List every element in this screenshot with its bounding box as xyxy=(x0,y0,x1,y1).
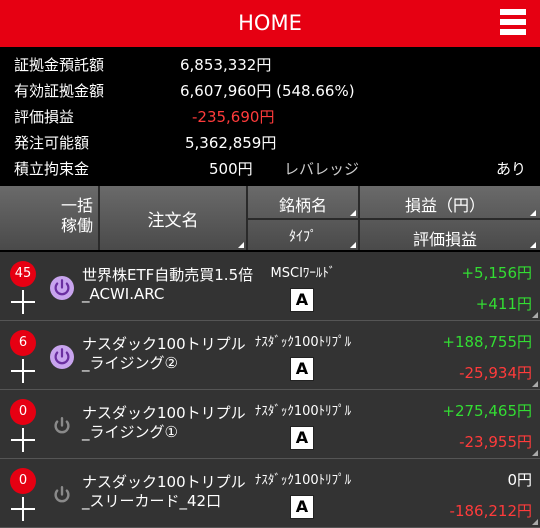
margin-deposit-label: 証拠金預託額 xyxy=(14,56,105,74)
type-header[interactable]: ﾀｲﾌﾟ xyxy=(248,226,358,246)
brand-name: ﾅｽﾀﾞｯｸ100ﾄﾘﾌﾟﾙ xyxy=(254,335,352,350)
table-header: 一括 稼働 注文名 銘柄名 ﾀｲﾌﾟ 損益（円） 評価損益 xyxy=(0,186,540,250)
position-count-badge: 0 xyxy=(10,468,36,494)
leverage-value: あり xyxy=(495,160,526,178)
type-badge: A xyxy=(290,426,314,450)
row-corner-icon xyxy=(532,519,538,525)
type-badge: A xyxy=(290,288,314,312)
order-name-header[interactable]: 注文名 xyxy=(100,206,246,231)
valuation-label: 評価損益 xyxy=(14,108,75,126)
header-divider xyxy=(248,218,540,220)
order-name: ナスダック100トリプル _スリーカード_42口 xyxy=(82,473,252,511)
order-name-line2: _スリーカード_42口 xyxy=(82,492,222,510)
pnl-value: +5,156円 xyxy=(461,264,532,282)
order-row[interactable]: 45 世界株ETF自動売買1.5倍 _ACWI.ARC MSCIﾜｰﾙﾄﾞ A … xyxy=(0,252,540,321)
sort-corner-icon xyxy=(350,210,356,216)
order-name: ナスダック100トリプル _ライジング① xyxy=(82,404,252,442)
row-corner-icon xyxy=(532,312,538,318)
order-row[interactable]: 6 ナスダック100トリプル _ライジング② ﾅｽﾀﾞｯｸ100ﾄﾘﾌﾟﾙ A … xyxy=(0,321,540,390)
reserve-label: 積立拘束金 xyxy=(14,160,90,178)
type-badge: A xyxy=(290,495,314,519)
sort-corner-icon xyxy=(530,242,536,248)
summary-row-reserve: 積立拘束金 500円 レバレッジ あり xyxy=(0,157,540,182)
summary-row-deposit: 証拠金預託額 6,853,332円 xyxy=(0,53,540,78)
power-icon[interactable] xyxy=(49,275,75,301)
page-title: HOME xyxy=(238,11,302,35)
sort-corner-icon xyxy=(530,210,536,216)
brand-name: ﾅｽﾀﾞｯｸ100ﾄﾘﾌﾟﾙ xyxy=(254,473,352,488)
leverage-label: レバレッジ xyxy=(284,160,360,178)
margin-deposit-value: 6,853,332円 xyxy=(180,56,272,74)
position-count-badge: 6 xyxy=(10,330,36,356)
account-summary: 証拠金預託額 6,853,332円 有効証拠金額 6,607,960円 (548… xyxy=(0,51,540,185)
order-name-line2: _ライジング② xyxy=(82,354,178,372)
brand-name: MSCIﾜｰﾙﾄﾞ xyxy=(270,266,336,281)
row-corner-icon xyxy=(532,381,538,387)
brand-name: ﾅｽﾀﾞｯｸ100ﾄﾘﾌﾟﾙ xyxy=(254,404,352,419)
order-name-line1: ナスダック100トリプル xyxy=(82,404,246,422)
order-name-line1: ナスダック100トリプル xyxy=(82,473,246,491)
pnl-value: +275,465円 xyxy=(442,402,532,420)
position-count-badge: 0 xyxy=(10,399,36,425)
summary-row-valuation: 評価損益 -235,690円 xyxy=(0,105,540,130)
add-icon[interactable] xyxy=(11,359,35,383)
order-name-line2: _ライジング① xyxy=(82,423,178,441)
summary-row-effective: 有効証拠金額 6,607,960円 (548.66%) xyxy=(0,79,540,104)
summary-row-orderable: 発注可能額 5,362,859円 xyxy=(0,131,540,156)
pnl-value: 0円 xyxy=(507,471,532,489)
effective-margin-value: 6,607,960円 (548.66%) xyxy=(180,82,355,100)
add-icon[interactable] xyxy=(11,290,35,314)
app-header: HOME xyxy=(0,0,540,47)
order-name: 世界株ETF自動売買1.5倍 _ACWI.ARC xyxy=(82,266,254,304)
pnl-value: +188,755円 xyxy=(442,333,532,351)
row-corner-icon xyxy=(532,450,538,456)
power-icon[interactable] xyxy=(49,413,75,439)
reserve-value: 500円 xyxy=(209,160,253,178)
valuation-value: +411円 xyxy=(475,295,532,313)
sort-corner-icon xyxy=(350,242,356,248)
order-name-line1: ナスダック100トリプル xyxy=(82,335,246,353)
valuation-value: -25,934円 xyxy=(459,364,532,382)
pnl-header[interactable]: 損益（円） xyxy=(360,192,530,216)
power-icon[interactable] xyxy=(49,482,75,508)
valuation-value: -23,955円 xyxy=(459,433,532,451)
orderable-value: 5,362,859円 xyxy=(185,134,277,152)
brand-header[interactable]: 銘柄名 xyxy=(248,192,358,216)
type-badge: A xyxy=(290,357,314,381)
order-name: ナスダック100トリプル _ライジング② xyxy=(82,335,252,373)
add-icon[interactable] xyxy=(11,428,35,452)
valuation-value: -235,690円 xyxy=(192,108,275,126)
add-icon[interactable] xyxy=(11,497,35,521)
orderable-label: 発注可能額 xyxy=(14,134,90,152)
order-row[interactable]: 0 ナスダック100トリプル _スリーカード_42口 ﾅｽﾀﾞｯｸ100ﾄﾘﾌﾟ… xyxy=(0,459,540,528)
valuation-header[interactable]: 評価損益 xyxy=(360,226,530,250)
sort-corner-icon xyxy=(238,242,244,248)
order-row[interactable]: 0 ナスダック100トリプル _ライジング① ﾅｽﾀﾞｯｸ100ﾄﾘﾌﾟﾙ A … xyxy=(0,390,540,459)
power-icon[interactable] xyxy=(49,344,75,370)
hamburger-menu-icon[interactable] xyxy=(500,7,530,37)
valuation-value: -186,212円 xyxy=(449,502,532,520)
order-name-line2: _ACWI.ARC xyxy=(82,285,165,303)
order-name-line1: 世界株ETF自動売買1.5倍 xyxy=(82,266,254,284)
effective-margin-label: 有効証拠金額 xyxy=(14,82,105,100)
position-count-badge: 45 xyxy=(10,261,36,287)
